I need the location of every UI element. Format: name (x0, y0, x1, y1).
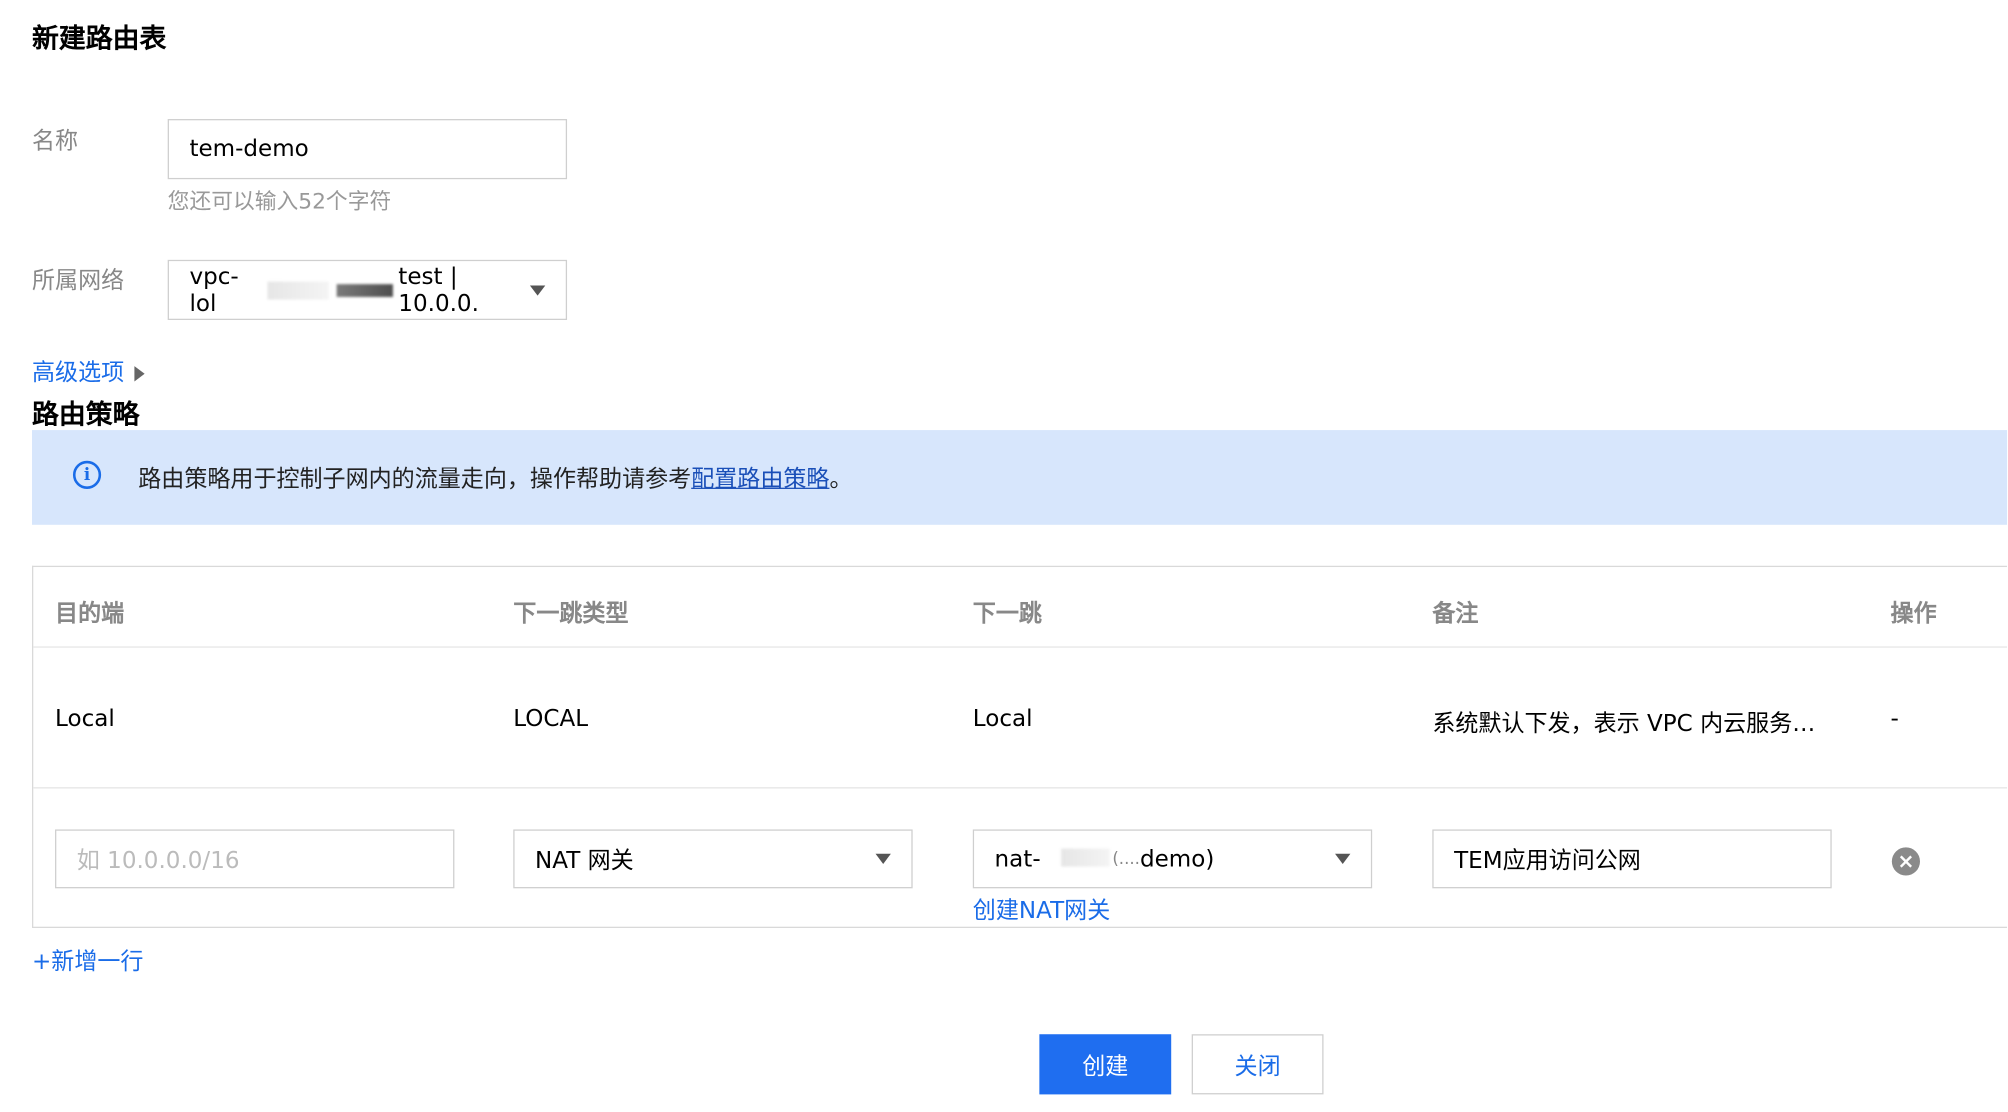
section-title-policy: 路由策略 (32, 399, 140, 431)
info-icon: i (72, 460, 102, 489)
create-button[interactable]: 创建 (1039, 1034, 1172, 1095)
row1-destination: Local (55, 705, 115, 733)
network-value-prefix: vpc-lol (189, 263, 239, 317)
next-hop-redacted (1041, 846, 1113, 872)
notice-body: 路由策略用于控制子网内的流量走向，操作帮助请参考 (138, 465, 692, 493)
network-label: 所属网络 (32, 267, 125, 295)
remark-input-value: TEM应用访问公网 (1454, 847, 1641, 875)
header-next-hop-type: 下一跳类型 (513, 600, 629, 628)
config-route-policy-link[interactable]: 配置路由策略 (691, 466, 829, 493)
info-notice: i 路由策略用于控制子网内的流量走向，操作帮助请参考配置路由策略。 (32, 430, 2008, 525)
next-hop-mid: (.... (1112, 849, 1140, 869)
advanced-options-label: 高级选项 (32, 359, 125, 387)
name-input[interactable]: tem-demo (167, 119, 568, 180)
next-hop-select[interactable]: nat- (.... demo) (972, 829, 1373, 889)
next-hop-type-value: NAT 网关 (535, 847, 634, 875)
name-hint: 您还可以输入52个字符 (167, 189, 392, 216)
chevron-down-icon (875, 853, 891, 864)
close-button[interactable]: 关闭 (1191, 1034, 1324, 1095)
next-hop-suffix: demo) (1139, 845, 1215, 873)
network-value-suffix: test | 10.0.0. (398, 263, 479, 317)
header-remark: 备注 (1432, 600, 1479, 628)
row1-next-hop: Local (972, 705, 1033, 733)
header-next-hop: 下一跳 (972, 600, 1042, 628)
add-row-link[interactable]: +新增一行 (32, 943, 143, 976)
network-redacted (265, 277, 398, 303)
chevron-down-icon (1335, 853, 1351, 864)
row1-action: - (1890, 705, 1899, 733)
caret-right-icon (134, 366, 145, 382)
notice-end: 。 (829, 465, 853, 493)
next-hop-prefix: nat- (994, 845, 1041, 873)
page-title: 新建路由表 (32, 23, 167, 54)
create-nat-gateway-link[interactable]: 创建NAT网关 (973, 892, 1110, 925)
name-label: 名称 (32, 128, 79, 155)
chevron-down-icon (529, 284, 546, 296)
next-hop-type-select[interactable]: NAT 网关 (513, 829, 913, 889)
route-table: 目的端 下一跳类型 下一跳 备注 操作 Local LOCAL Local 系统… (32, 565, 2008, 928)
notice-text: 路由策略用于控制子网内的流量走向，操作帮助请参考配置路由策略。 (138, 461, 852, 494)
network-select[interactable]: vpc-lol test | 10.0.0. (167, 259, 568, 320)
row1-remark: 系统默认下发，表示 VPC 内云服务… (1432, 710, 1816, 738)
advanced-options-link[interactable]: 高级选项 (32, 355, 145, 388)
header-action: 操作 (1890, 600, 1937, 628)
remark-input[interactable]: TEM应用访问公网 (1432, 829, 1832, 889)
name-input-value: tem-demo (189, 135, 309, 163)
destination-input[interactable]: 如 10.0.0.0/16 (55, 829, 455, 889)
remove-row-icon[interactable]: × (1891, 847, 1920, 876)
header-destination: 目的端 (55, 600, 125, 628)
row1-next-hop-type: LOCAL (513, 705, 589, 733)
